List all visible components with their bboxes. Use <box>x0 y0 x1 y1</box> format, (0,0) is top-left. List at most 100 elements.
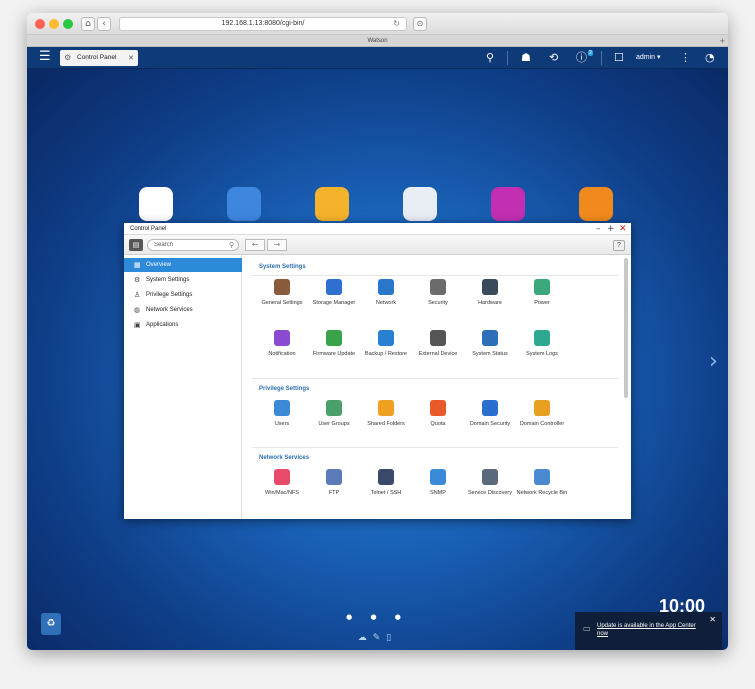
minimize-icon[interactable]: – <box>596 223 601 235</box>
sidebar-item-label: Network Services <box>146 307 193 313</box>
app-icon <box>482 400 498 416</box>
app-domain-security[interactable]: Domain Security <box>464 400 516 440</box>
app-icon <box>430 279 446 295</box>
sidebar-item-label: Applications <box>146 322 179 328</box>
external-device-icon[interactable]: ⟲ <box>549 50 558 66</box>
qts-desktop: ☰ ⚙ Control Panel ✕ ⚲ ☗ ⟲ ⓘ 2 ☐ admin ▾ … <box>27 47 728 650</box>
window-title-bar[interactable]: Control Panel – + ✕ <box>124 223 631 235</box>
new-tab-icon[interactable]: + <box>720 35 725 47</box>
control-panel-desktop-icon[interactable] <box>139 187 173 221</box>
background-tasks-icon[interactable]: ☗ <box>521 50 531 66</box>
control-panel-task-tab[interactable]: ⚙ Control Panel ✕ <box>60 50 138 66</box>
app-firmware-update[interactable]: Firmware Update <box>308 330 360 370</box>
downloads-icon[interactable]: ⊙ <box>413 17 427 31</box>
address-bar[interactable]: 192.168.1.13:8080/cgi-bin/ ↻ <box>119 17 407 31</box>
section-divider <box>252 275 618 276</box>
app-label: SNMP <box>430 490 446 496</box>
sidebar: ▦ Overview ⚙ System Settings ♙ Privilege… <box>124 255 242 519</box>
sidebar-item-applications[interactable]: ▣ Applications <box>124 318 242 332</box>
main-menu-icon[interactable]: ☰ <box>39 50 51 64</box>
tools-icon[interactable]: ✎ <box>373 633 387 643</box>
search-icon[interactable]: ⚲ <box>486 50 494 66</box>
app-icon <box>326 330 342 346</box>
grid-icon: ▦ <box>134 261 141 269</box>
app-system-status[interactable]: System Status <box>464 330 516 370</box>
maximize-icon[interactable]: + <box>607 223 615 235</box>
home-icon[interactable]: ⌂ <box>81 17 95 31</box>
user-menu[interactable]: admin ▾ <box>636 50 661 66</box>
close-window-button[interactable] <box>35 19 45 29</box>
app-shared-folders[interactable]: Shared Folders <box>360 400 412 440</box>
forward-arrow-button[interactable]: → <box>267 239 287 251</box>
app-icon <box>378 330 394 346</box>
app-icon <box>274 330 290 346</box>
app-label: Telnet / SSH <box>370 490 402 496</box>
close-icon[interactable]: ✕ <box>619 223 627 235</box>
app-quota[interactable]: Quota <box>412 400 464 440</box>
app-power[interactable]: Power <box>516 279 568 319</box>
home-icon[interactable]: ▤ <box>129 239 143 251</box>
section-title-network-services: Network Services <box>259 455 310 461</box>
app-general-settings[interactable]: General Settings <box>256 279 308 319</box>
app-system-logs[interactable]: System Logs <box>516 330 568 370</box>
app-users[interactable]: Users <box>256 400 308 440</box>
next-page-icon[interactable]: › <box>709 349 718 374</box>
folder-desktop-icon[interactable] <box>579 187 613 221</box>
search-icon[interactable]: ⚲ <box>229 240 234 250</box>
search-input[interactable] <box>154 240 224 250</box>
reload-icon[interactable]: ↻ <box>393 18 400 30</box>
minimize-window-button[interactable] <box>49 19 59 29</box>
help-button[interactable]: ? <box>613 240 625 251</box>
book-icon[interactable]: ▯ <box>386 633 397 643</box>
browser-window: ⌂ ‹ › 192.168.1.13:8080/cgi-bin/ ↻ ⊙ Wat… <box>27 13 728 650</box>
app-network[interactable]: Network <box>360 279 412 319</box>
back-icon[interactable]: ‹ <box>97 17 111 31</box>
sidebar-item-label: System Settings <box>146 277 190 283</box>
hd-station-desktop-icon[interactable] <box>491 187 525 221</box>
update-notification-link[interactable]: Update is available in the App Center no… <box>597 622 701 638</box>
gear-icon: ⚙ <box>134 276 141 284</box>
cloud-icon[interactable]: ☁ <box>358 633 373 643</box>
app-backup-restore[interactable]: Backup / Restore <box>360 330 412 370</box>
sidebar-item-overview[interactable]: ▦ Overview <box>124 258 242 272</box>
sidebar-item-system-settings[interactable]: ⚙ System Settings <box>124 273 242 287</box>
app-win-mac-nfs[interactable]: Win/Mac/NFS <box>256 469 308 509</box>
more-options-icon[interactable]: ⋮ <box>680 50 691 66</box>
taskbar-divider <box>507 51 508 65</box>
app-hardware[interactable]: Hardware <box>464 279 516 319</box>
app-user-groups[interactable]: User Groups <box>308 400 360 440</box>
section-divider <box>252 447 618 448</box>
notification-badge: 2 <box>588 50 593 56</box>
event-notification-icon[interactable]: ⓘ <box>576 50 587 66</box>
app-label: Domain Controller <box>519 421 565 427</box>
app-label: Network <box>375 300 397 306</box>
app-external-device[interactable]: External Device <box>412 330 464 370</box>
content-scrollbar[interactable] <box>624 258 628 398</box>
sidebar-item-privilege-settings[interactable]: ♙ Privilege Settings <box>124 288 242 302</box>
user-avatar-icon[interactable]: ☐ <box>614 50 624 66</box>
storage-manager-desktop-icon[interactable] <box>227 187 261 221</box>
back-arrow-button[interactable]: ← <box>245 239 265 251</box>
app-ftp[interactable]: FTP <box>308 469 360 509</box>
app-domain-controller[interactable]: Domain Controller <box>516 400 568 440</box>
app-label: Firmware Update <box>312 351 356 357</box>
file-station-desktop-icon[interactable] <box>315 187 349 221</box>
users-desktop-icon[interactable] <box>403 187 437 221</box>
dashboard-icon[interactable]: ◔ <box>705 50 715 66</box>
app-label: Security <box>428 300 448 306</box>
app-storage-manager[interactable]: Storage Manager <box>308 279 360 319</box>
app-security[interactable]: Security <box>412 279 464 319</box>
sidebar-item-network-services[interactable]: ◍ Network Services <box>124 303 242 317</box>
browser-tab-title[interactable]: Watson <box>367 38 387 44</box>
app-service-discovery[interactable]: Service Discovery <box>464 469 516 509</box>
app-icon <box>482 330 498 346</box>
app-icon <box>326 279 342 295</box>
zoom-window-button[interactable] <box>63 19 73 29</box>
app-snmp[interactable]: SNMP <box>412 469 464 509</box>
app-notification[interactable]: Notification <box>256 330 308 370</box>
app-telnet-ssh[interactable]: Telnet / SSH <box>360 469 412 509</box>
app-icon <box>534 330 550 346</box>
close-icon[interactable]: ✕ <box>709 615 716 624</box>
close-icon[interactable]: ✕ <box>128 50 134 66</box>
app-network-recycle-bin[interactable]: Network Recycle Bin <box>516 469 568 509</box>
